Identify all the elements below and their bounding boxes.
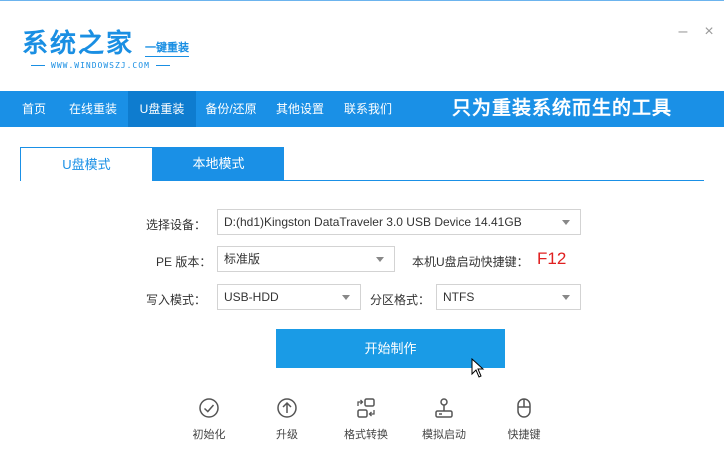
header: 系统之家 一键重装 WWW.WINDOWSZJ.COM – ×: [0, 1, 724, 91]
partition-value: NTFS: [443, 290, 475, 304]
upload-circle-icon: [277, 398, 297, 418]
pe-version-select[interactable]: 标准版: [217, 246, 395, 272]
chevron-down-icon: [562, 220, 570, 225]
device-select-value: D:(hd1)Kingston DataTraveler 3.0 USB Dev…: [224, 215, 522, 229]
nav-item-home[interactable]: 首页: [12, 91, 56, 127]
mouse-icon: [517, 398, 531, 418]
tool-simulate-boot[interactable]: 模拟启动: [414, 397, 474, 442]
chevron-down-icon: [342, 295, 350, 300]
tab-divider: [153, 180, 704, 181]
logo-title: 系统之家: [22, 29, 135, 59]
logo: 系统之家 一键重装 WWW.WINDOWSZJ.COM: [22, 23, 189, 70]
logo-url: WWW.WINDOWSZJ.COM: [25, 61, 176, 70]
device-label: 选择设备：: [146, 218, 207, 232]
tool-upgrade-label: 升级: [276, 429, 298, 441]
device-select[interactable]: D:(hd1)Kingston DataTraveler 3.0 USB Dev…: [217, 209, 581, 235]
pe-version-label: PE 版本：: [156, 255, 212, 269]
tool-initialize[interactable]: 初始化: [179, 397, 239, 442]
pe-version-value: 标准版: [224, 252, 261, 266]
tool-format-convert[interactable]: 格式转换: [336, 397, 396, 442]
tool-hotkeys[interactable]: 快捷键: [494, 397, 554, 442]
write-mode-value: USB-HDD: [224, 290, 279, 304]
tool-initialize-label: 初始化: [192, 429, 226, 441]
nav-item-other-settings[interactable]: 其他设置: [268, 91, 332, 127]
tab-local-mode[interactable]: 本地模式: [153, 147, 284, 181]
tool-format-convert-label: 格式转换: [344, 429, 388, 441]
hotkey-label: 本机U盘启动快捷键：: [412, 255, 529, 269]
chevron-down-icon: [562, 295, 570, 300]
partition-label: 分区格式：: [370, 293, 431, 307]
app-window: 系统之家 一键重装 WWW.WINDOWSZJ.COM – × 首页 在线重装 …: [0, 0, 724, 463]
minimize-button[interactable]: –: [676, 24, 690, 40]
main-nav: 首页 在线重装 U盘重装 备份/还原 其他设置 联系我们 只为重装系统而生的工具: [0, 91, 724, 127]
mouse-cursor-icon: [471, 358, 485, 378]
check-circle-icon: [199, 398, 219, 418]
slogan: 只为重装系统而生的工具: [452, 98, 673, 119]
hotkey-value: F12: [537, 249, 567, 268]
tab-usb-mode[interactable]: U盘模式: [20, 147, 153, 181]
logo-tagline: 一键重装: [145, 39, 189, 57]
nav-item-backup-restore[interactable]: 备份/还原: [198, 91, 264, 127]
chevron-down-icon: [376, 257, 384, 262]
nav-item-online-reinstall[interactable]: 在线重装: [60, 91, 126, 127]
write-mode-select[interactable]: USB-HDD: [217, 284, 361, 310]
write-mode-label: 写入模式：: [146, 293, 207, 307]
joystick-icon: [435, 398, 453, 418]
close-button[interactable]: ×: [702, 24, 716, 40]
nav-item-contact[interactable]: 联系我们: [336, 91, 400, 127]
tool-upgrade[interactable]: 升级: [257, 397, 317, 442]
tool-simulate-boot-label: 模拟启动: [422, 429, 466, 441]
tool-hotkeys-label: 快捷键: [507, 429, 541, 441]
nav-item-usb-reinstall[interactable]: U盘重装: [128, 91, 196, 127]
partition-select[interactable]: NTFS: [436, 284, 581, 310]
convert-icon: [357, 398, 375, 418]
